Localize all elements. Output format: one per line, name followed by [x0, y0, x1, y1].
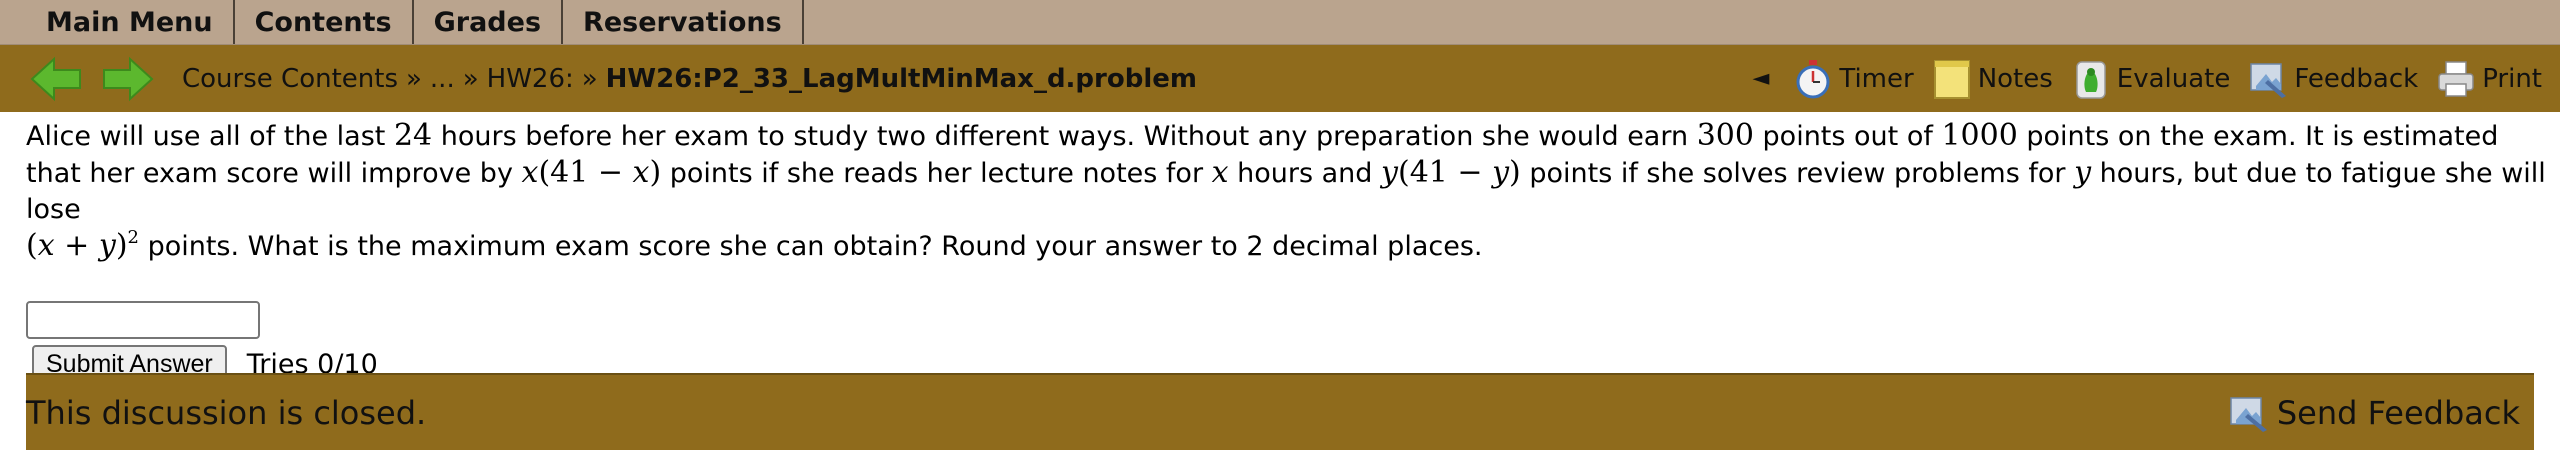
problem-text: Alice will use all of the last: [26, 121, 394, 152]
back-arrow-icon[interactable]: [30, 56, 84, 102]
problem-statement: Alice will use all of the last 24 hours …: [0, 112, 2560, 265]
math-expression-fatigue: (x + y)2: [26, 227, 139, 263]
evaluate-label: Evaluate: [2116, 63, 2231, 94]
evaluate-button[interactable]: Evaluate: [2071, 58, 2231, 100]
navigation-bar: Course Contents » ... » HW26: » HW26:P2_…: [0, 45, 2560, 112]
send-feedback-button[interactable]: Send Feedback: [2227, 392, 2520, 434]
printer-icon: [2438, 60, 2474, 97]
math-points: 300: [1696, 118, 1754, 153]
feedback-icon: [2230, 396, 2267, 432]
discussion-bar: This discussion is closed. Send Feedback: [26, 373, 2534, 450]
breadcrumb-course-contents[interactable]: Course Contents: [182, 64, 398, 94]
feedback-icon: [2250, 62, 2287, 98]
feedback-label: Feedback: [2294, 63, 2419, 94]
problem-text: hours and: [1228, 158, 1382, 189]
toolbar: ◄ Timer Notes Evaluate Feedback Print: [1752, 45, 2542, 112]
timer-button[interactable]: Timer: [1793, 58, 1914, 100]
notes-button[interactable]: Notes: [1932, 58, 2053, 100]
tab-reservations[interactable]: Reservations: [563, 0, 804, 44]
main-menu-bar: Main Menu Contents Grades Reservations: [0, 0, 2560, 45]
evaluate-bag-icon: [2076, 60, 2106, 99]
answer-area: Submit Answer Tries 0/10: [0, 265, 2560, 384]
problem-text: points if she reads her lecture notes fo…: [661, 158, 1212, 189]
breadcrumb-separator: »: [462, 63, 479, 94]
breadcrumb-separator: »: [581, 63, 598, 94]
breadcrumb-hw26[interactable]: HW26:: [487, 64, 574, 94]
tab-contents[interactable]: Contents: [234, 0, 414, 44]
notes-label: Notes: [1977, 63, 2053, 94]
collapse-triangle-icon[interactable]: ◄: [1752, 66, 1769, 91]
feedback-button[interactable]: Feedback: [2248, 58, 2418, 100]
breadcrumb-current-problem: HW26:P2_33_LagMultMinMax_d.problem: [605, 63, 1197, 94]
send-feedback-label: Send Feedback: [2276, 393, 2520, 432]
math-total: 1000: [1941, 118, 2018, 153]
stopwatch-icon: [1796, 59, 1830, 98]
notes-icon: [1933, 59, 1970, 99]
problem-text: points out of: [1753, 121, 1942, 152]
math-expression-x: x(41 − x): [521, 155, 662, 190]
math-var-x: x: [1211, 155, 1229, 190]
math-expression-y: y(41 − y): [1381, 155, 1521, 190]
tab-main-menu[interactable]: Main Menu: [0, 0, 235, 44]
discussion-closed-text: This discussion is closed.: [26, 393, 427, 432]
problem-text: points. What is the maximum exam score s…: [138, 231, 1483, 262]
timer-label: Timer: [1839, 63, 1914, 94]
print-label: Print: [2482, 63, 2542, 94]
problem-text: points if she solves review problems for: [1520, 158, 2075, 189]
breadcrumb-separator: »: [406, 63, 422, 94]
breadcrumb: Course Contents » ... » HW26: » HW26:P2_…: [182, 64, 1197, 94]
breadcrumb-ellipsis[interactable]: ...: [430, 64, 455, 94]
answer-input[interactable]: [26, 301, 260, 339]
math-var-y: y: [2074, 155, 2092, 190]
forward-arrow-icon[interactable]: [100, 56, 154, 102]
print-button[interactable]: Print: [2436, 58, 2542, 100]
math-hours: 24: [393, 118, 433, 153]
problem-text: hours before her exam to study two diffe…: [432, 121, 1697, 152]
tab-grades[interactable]: Grades: [413, 0, 564, 44]
